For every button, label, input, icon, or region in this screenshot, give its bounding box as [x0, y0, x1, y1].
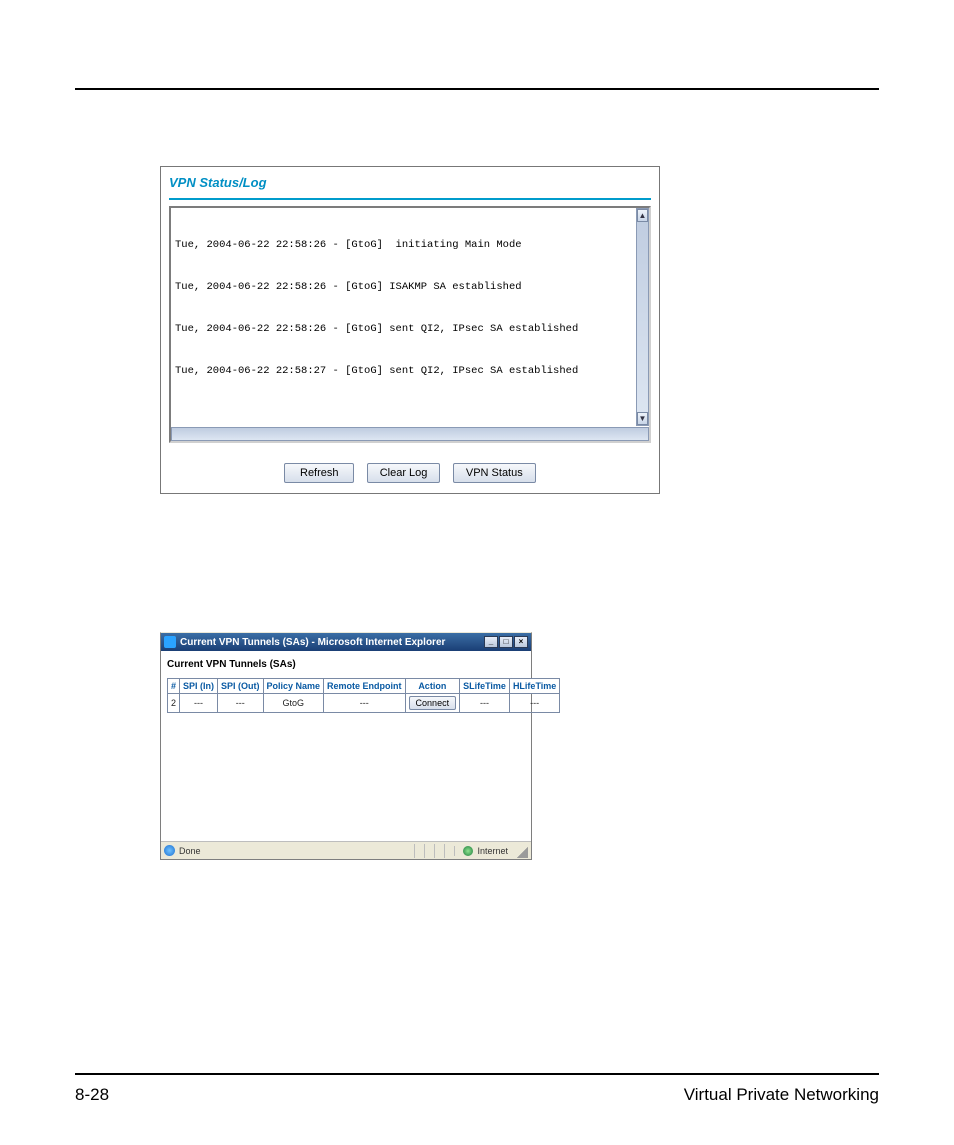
- button-row: Refresh Clear Log VPN Status: [169, 443, 651, 483]
- tunnels-table: # SPI (In) SPI (Out) Policy Name Remote …: [167, 678, 560, 713]
- cell-spi-out: ---: [218, 694, 264, 713]
- horizontal-scrollbar[interactable]: [171, 427, 649, 441]
- tunnels-heading: Current VPN Tunnels (SAs): [167, 659, 525, 678]
- panel-title: VPN Status/Log: [169, 173, 651, 198]
- window-body: Current VPN Tunnels (SAs) # SPI (In) SPI…: [161, 651, 531, 841]
- table-header-row: # SPI (In) SPI (Out) Policy Name Remote …: [168, 679, 560, 694]
- cell-hlife: ---: [509, 694, 559, 713]
- vertical-scrollbar[interactable]: ▲ ▼: [636, 208, 649, 426]
- window-titlebar[interactable]: Current VPN Tunnels (SAs) - Microsoft In…: [161, 633, 531, 651]
- vpn-status-log-panel: VPN Status/Log Tue, 2004-06-22 22:58:26 …: [160, 166, 660, 494]
- globe-icon: [463, 846, 473, 856]
- col-policy: Policy Name: [263, 679, 324, 694]
- col-hlife: HLifeTime: [509, 679, 559, 694]
- status-cells: [414, 844, 454, 858]
- log-line: Tue, 2004-06-22 22:58:26 - [GtoG] ISAKMP…: [175, 280, 635, 294]
- col-remote: Remote Endpoint: [324, 679, 406, 694]
- log-line: Tue, 2004-06-22 22:58:26 - [GtoG] initia…: [175, 238, 635, 252]
- cell-remote: ---: [324, 694, 406, 713]
- vpn-status-button[interactable]: VPN Status: [453, 463, 536, 483]
- table-row: 2 --- --- GtoG --- Connect --- ---: [168, 694, 560, 713]
- col-num: #: [168, 679, 180, 694]
- log-line: Tue, 2004-06-22 22:58:27 - [GtoG] sent Q…: [175, 364, 635, 378]
- status-bar: Done Internet: [161, 841, 531, 859]
- ie-icon: [164, 636, 176, 648]
- col-slife: SLifeTime: [460, 679, 510, 694]
- tunnels-window: Current VPN Tunnels (SAs) - Microsoft In…: [160, 632, 532, 860]
- cell-policy: GtoG: [263, 694, 324, 713]
- cell-num: 2: [168, 694, 180, 713]
- scroll-down-icon[interactable]: ▼: [637, 412, 648, 425]
- status-zone: Internet: [454, 846, 508, 856]
- minimize-button[interactable]: _: [484, 636, 498, 648]
- close-button[interactable]: ×: [514, 636, 528, 648]
- cell-spi-in: ---: [180, 694, 218, 713]
- page: VPN Status/Log Tue, 2004-06-22 22:58:26 …: [0, 0, 954, 1145]
- col-spi-in: SPI (In): [180, 679, 218, 694]
- done-icon: [164, 845, 175, 856]
- window-title: Current VPN Tunnels (SAs) - Microsoft In…: [180, 637, 445, 648]
- connect-button[interactable]: Connect: [409, 696, 457, 710]
- resize-grip-icon[interactable]: [514, 844, 528, 858]
- scroll-up-icon[interactable]: ▲: [637, 209, 648, 222]
- cell-slife: ---: [460, 694, 510, 713]
- col-spi-out: SPI (Out): [218, 679, 264, 694]
- page-footer: 8-28 Virtual Private Networking: [75, 1085, 879, 1105]
- footer-rule: [75, 1073, 879, 1075]
- chapter-title: Virtual Private Networking: [684, 1085, 879, 1105]
- log-line: Tue, 2004-06-22 22:58:26 - [GtoG] sent Q…: [175, 322, 635, 336]
- log-textarea[interactable]: Tue, 2004-06-22 22:58:26 - [GtoG] initia…: [169, 206, 651, 443]
- clear-log-button[interactable]: Clear Log: [367, 463, 441, 483]
- log-area: Tue, 2004-06-22 22:58:26 - [GtoG] initia…: [169, 206, 651, 443]
- cell-action: Connect: [405, 694, 460, 713]
- top-rule: [75, 88, 879, 90]
- status-zone-text: Internet: [477, 846, 508, 856]
- col-action: Action: [405, 679, 460, 694]
- panel-divider: [169, 198, 651, 200]
- maximize-button[interactable]: □: [499, 636, 513, 648]
- status-done-text: Done: [179, 846, 201, 856]
- page-number: 8-28: [75, 1085, 109, 1105]
- refresh-button[interactable]: Refresh: [284, 463, 354, 483]
